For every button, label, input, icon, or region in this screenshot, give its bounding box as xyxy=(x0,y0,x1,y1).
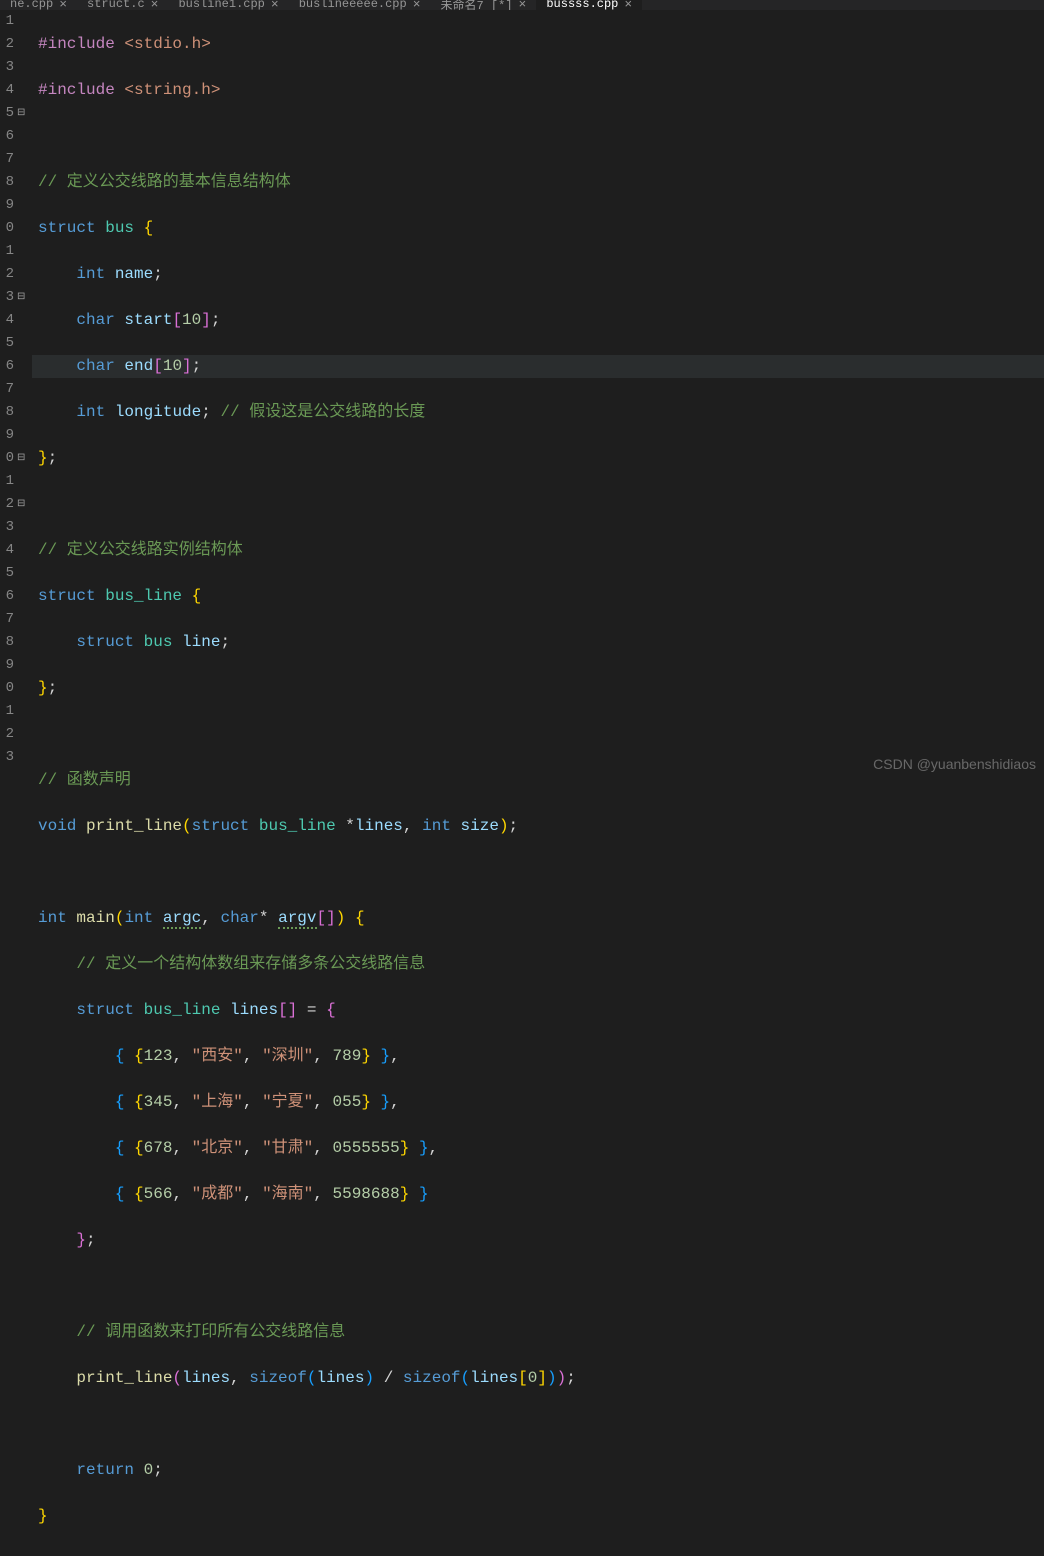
tab-file[interactable]: 未命名7 [*]× xyxy=(431,0,537,10)
fold-toggle-icon[interactable]: ⊟ xyxy=(17,493,25,516)
code-area[interactable]: #include <stdio.h> #include <string.h> /… xyxy=(32,10,1044,778)
fold-gutter: ⊟ ⊟ ⊟ ⊟ xyxy=(16,10,32,778)
code-editor[interactable]: 123456789012345678901234567890123 ⊟ ⊟ ⊟ … xyxy=(0,10,1044,778)
tab-file[interactable]: busline1.cpp× xyxy=(168,0,288,10)
line-number-gutter: 123456789012345678901234567890123 xyxy=(0,10,16,778)
close-icon[interactable]: × xyxy=(271,0,279,10)
close-icon[interactable]: × xyxy=(151,0,159,10)
watermark: CSDN @yuanbenshidiaos xyxy=(873,756,1036,772)
tab-file[interactable]: buslineeeee.cpp× xyxy=(289,0,431,10)
close-icon[interactable]: × xyxy=(413,0,421,10)
fold-toggle-icon[interactable]: ⊟ xyxy=(17,102,25,125)
fold-toggle-icon[interactable]: ⊟ xyxy=(17,447,25,470)
close-icon[interactable]: × xyxy=(59,0,67,10)
tab-file-active[interactable]: bussss.cpp× xyxy=(536,0,642,10)
tab-bar: ne.cpp× struct.c× busline1.cpp× buslinee… xyxy=(0,0,1044,10)
fold-toggle-icon[interactable]: ⊟ xyxy=(17,286,25,309)
close-icon[interactable]: × xyxy=(519,0,527,10)
close-icon[interactable]: × xyxy=(624,0,632,10)
tab-file[interactable]: struct.c× xyxy=(77,0,168,10)
tab-file[interactable]: ne.cpp× xyxy=(0,0,77,10)
